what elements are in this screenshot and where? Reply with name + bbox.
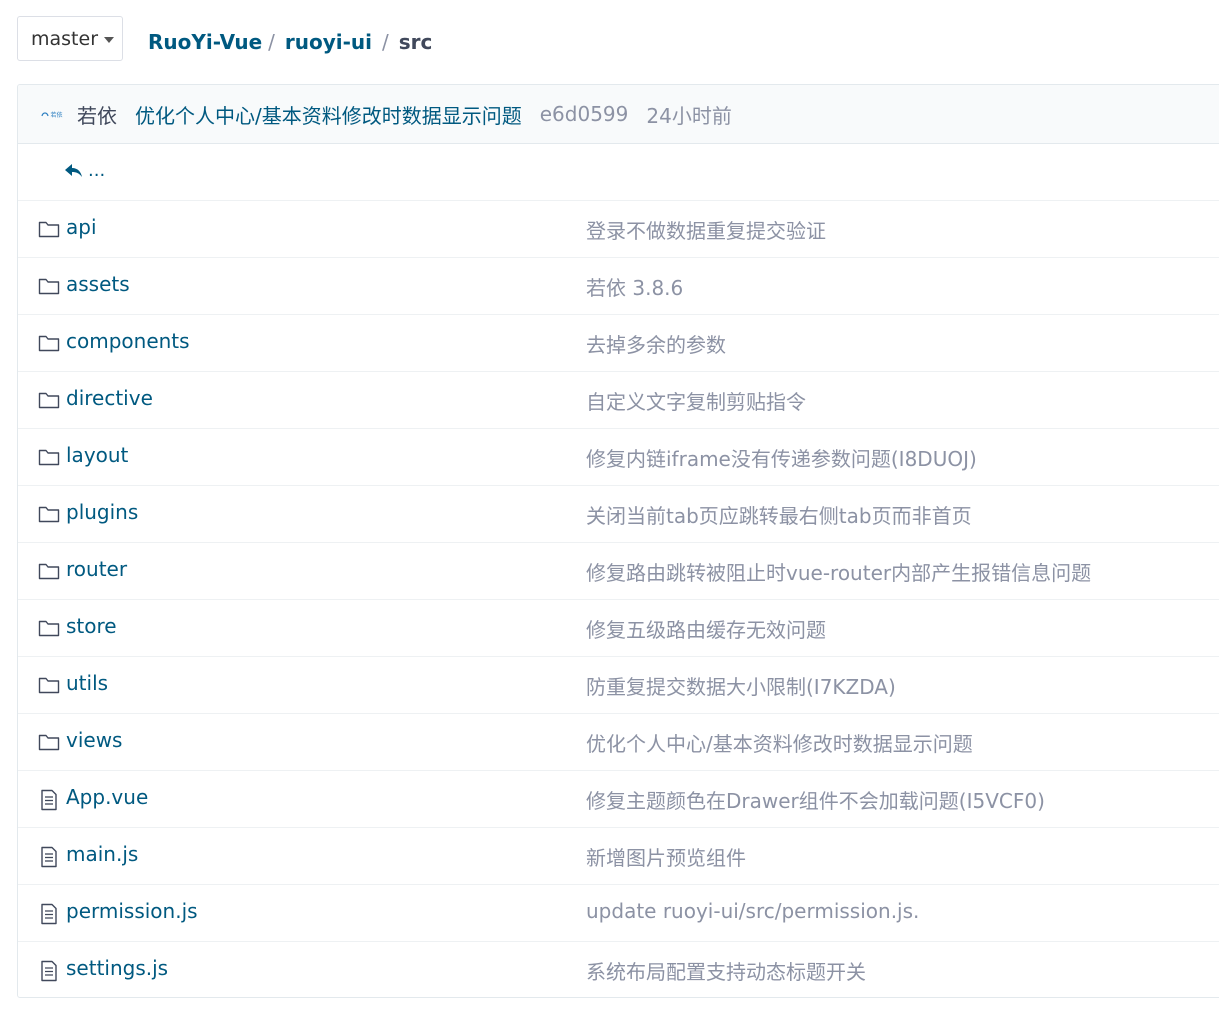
avatar-logo-icon [41,112,50,117]
author-avatar[interactable]: 若依 [37,106,67,122]
avatar-text: 若依 [50,111,63,119]
file-commit-message-link[interactable]: 新增图片预览组件 [586,842,746,871]
folder-icon [38,675,60,695]
folder-icon [38,732,60,752]
file-commit-message-link[interactable]: 系统布局配置支持动态标题开关 [586,956,866,985]
folder-icon [38,390,60,410]
file-row[interactable]: assets 若依 3.8.6 [18,258,1219,315]
commit-sha-link[interactable]: e6d0599 [540,102,629,126]
file-commit-message-link[interactable]: update ruoyi-ui/src/permission.js. [586,899,919,923]
file-name-link[interactable]: store [66,614,117,638]
file-row[interactable]: store 修复五级路由缓存无效问题 [18,600,1219,657]
file-name-link[interactable]: assets [66,272,130,296]
file-name-link[interactable]: settings.js [66,956,168,980]
folder-icon [38,504,60,524]
breadcrumb: RuoYi-Vue / ruoyi-ui / src [148,30,432,54]
branch-label: master [31,27,99,50]
file-list-box: 若依 若依 优化个人中心/基本资料修改时数据显示问题 e6d0599 24小时前… [17,84,1219,998]
file-name-link[interactable]: main.js [66,842,138,866]
file-row[interactable]: main.js 新增图片预览组件 [18,828,1219,885]
folder-icon [38,447,60,467]
folder-icon [38,561,60,581]
file-commit-message-link[interactable]: 若依 3.8.6 [586,272,683,301]
file-row[interactable]: layout 修复内链iframe没有传递参数问题(I8DUOJ) [18,429,1219,486]
file-icon [40,789,60,811]
breadcrumb-separator: / [382,30,389,54]
file-commit-message-link[interactable]: 修复五级路由缓存无效问题 [586,614,826,643]
file-row[interactable]: settings.js 系统布局配置支持动态标题开关 [18,942,1219,997]
repo-topbar: master RuoYi-Vue / ruoyi-ui / src [0,0,1219,84]
folder-icon [38,219,60,239]
file-row[interactable]: utils 防重复提交数据大小限制(I7KZDA) [18,657,1219,714]
latest-commit-header: 若依 若依 优化个人中心/基本资料修改时数据显示问题 e6d0599 24小时前 [18,85,1219,144]
folder-icon [38,276,60,296]
file-commit-message-link[interactable]: 登录不做数据重复提交验证 [586,215,826,244]
commit-message-link[interactable]: 优化个人中心/基本资料修改时数据显示问题 [135,100,522,129]
file-row[interactable]: plugins 关闭当前tab页应跳转最右侧tab页而非首页 [18,486,1219,543]
parent-directory-label: ... [88,160,106,181]
file-commit-message-link[interactable]: 修复主题颜色在Drawer组件不会加载问题(I5VCF0) [586,785,1045,814]
file-row[interactable]: components 去掉多余的参数 [18,315,1219,372]
breadcrumb-repo-link[interactable]: RuoYi-Vue [148,30,262,54]
file-name-link[interactable]: components [66,329,190,353]
file-commit-message-link[interactable]: 修复路由跳转被阻止时vue-router内部产生报错信息问题 [586,557,1091,586]
file-icon [40,846,60,868]
breadcrumb-current: src [398,30,433,54]
parent-directory-row[interactable]: ... [18,144,1219,201]
file-name-link[interactable]: layout [66,443,128,467]
file-commit-message-link[interactable]: 修复内链iframe没有传递参数问题(I8DUOJ) [586,443,977,472]
file-name-link[interactable]: views [66,728,122,752]
caret-down-icon [104,36,115,43]
folder-icon [38,618,60,638]
file-commit-message-link[interactable]: 优化个人中心/基本资料修改时数据显示问题 [586,728,973,757]
file-icon [40,903,60,925]
reply-arrow-icon [65,163,82,177]
folder-icon [38,333,60,353]
file-row[interactable]: permission.js update ruoyi-ui/src/permis… [18,885,1219,942]
file-row[interactable]: views 优化个人中心/基本资料修改时数据显示问题 [18,714,1219,771]
file-commit-message-link[interactable]: 自定义文字复制剪贴指令 [586,386,806,415]
file-name-link[interactable]: utils [66,671,108,695]
parent-directory-link[interactable]: ... [64,160,105,181]
file-row[interactable]: directive 自定义文字复制剪贴指令 [18,372,1219,429]
file-row[interactable]: api 登录不做数据重复提交验证 [18,201,1219,258]
file-row[interactable]: App.vue 修复主题颜色在Drawer组件不会加载问题(I5VCF0) [18,771,1219,828]
file-icon [40,960,60,982]
file-name-link[interactable]: plugins [66,500,138,524]
branch-select-button[interactable]: master [17,16,123,61]
commit-author-link[interactable]: 若依 [77,100,117,129]
file-rows: api 登录不做数据重复提交验证 assets 若依 3.8.6 compone… [18,201,1219,997]
file-commit-message-link[interactable]: 关闭当前tab页应跳转最右侧tab页而非首页 [586,500,972,529]
file-commit-message-link[interactable]: 防重复提交数据大小限制(I7KZDA) [586,671,896,700]
breadcrumb-folder-link[interactable]: ruoyi-ui [285,30,372,54]
file-name-link[interactable]: directive [66,386,153,410]
file-commit-message-link[interactable]: 去掉多余的参数 [586,329,726,358]
file-name-link[interactable]: router [66,557,127,581]
file-name-link[interactable]: permission.js [66,899,198,923]
file-name-link[interactable]: api [66,215,97,239]
file-name-link[interactable]: App.vue [66,785,148,809]
file-row[interactable]: router 修复路由跳转被阻止时vue-router内部产生报错信息问题 [18,543,1219,600]
breadcrumb-separator: / [268,30,275,54]
commit-time: 24小时前 [646,103,732,128]
